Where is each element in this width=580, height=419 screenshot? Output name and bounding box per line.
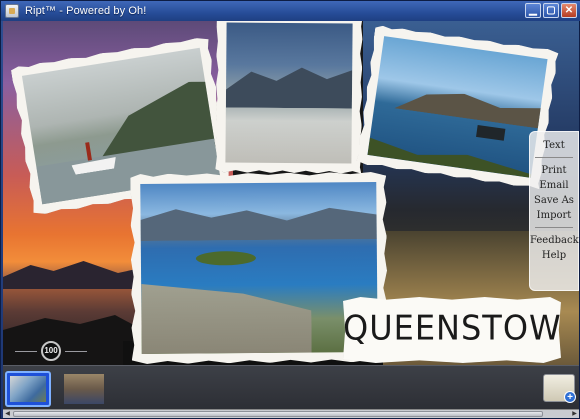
- filmstrip: +: [3, 365, 579, 411]
- caption-card[interactable]: QUEENSTOWN: [343, 297, 561, 363]
- plus-icon: +: [564, 391, 576, 403]
- close-button[interactable]: ✕: [561, 3, 577, 18]
- window-controls: ▁ ▢ ✕: [525, 3, 577, 18]
- menu-divider: [535, 227, 573, 228]
- app-icon: [5, 4, 19, 18]
- maximize-button[interactable]: ▢: [543, 3, 559, 18]
- caption-text: QUEENSTOWN: [343, 308, 579, 348]
- menu-item-help[interactable]: Help: [530, 248, 578, 263]
- scroll-right-icon[interactable]: ▶: [570, 410, 579, 418]
- menu-item-print[interactable]: Print: [530, 163, 578, 178]
- menu-item-save-as[interactable]: Save As: [530, 193, 578, 208]
- menu-divider: [535, 157, 573, 158]
- filmstrip-thumbnail[interactable]: [61, 371, 107, 407]
- badge-circle: 100: [41, 341, 61, 361]
- side-menu: Text Print Email Save As Import Feedback…: [529, 131, 579, 291]
- menu-item-email[interactable]: Email: [530, 178, 578, 193]
- photo-river-valley[interactable]: [215, 21, 362, 174]
- badge: 100: [15, 341, 87, 361]
- scroll-left-icon[interactable]: ◀: [3, 410, 12, 418]
- scroll-thumb[interactable]: [13, 411, 543, 417]
- minimize-button[interactable]: ▁: [525, 3, 541, 18]
- menu-item-import[interactable]: Import: [530, 208, 578, 223]
- window-title: Ript™ - Powered by Oh!: [25, 5, 147, 17]
- filmstrip-thumbnail-selected[interactable]: [5, 371, 51, 407]
- menu-item-text[interactable]: Text: [530, 138, 578, 153]
- collage-canvas[interactable]: QUEENSTOWN 100 Text Print Email Save As …: [3, 21, 579, 365]
- app-window: Ript™ - Powered by Oh! ▁ ▢ ✕ QUEENSTOWN …: [0, 0, 580, 419]
- menu-item-feedback[interactable]: Feedback: [530, 233, 579, 248]
- add-page-button[interactable]: +: [543, 374, 576, 403]
- title-bar[interactable]: Ript™ - Powered by Oh! ▁ ▢ ✕: [1, 1, 580, 21]
- horizontal-scrollbar[interactable]: ◀ ▶: [3, 409, 579, 418]
